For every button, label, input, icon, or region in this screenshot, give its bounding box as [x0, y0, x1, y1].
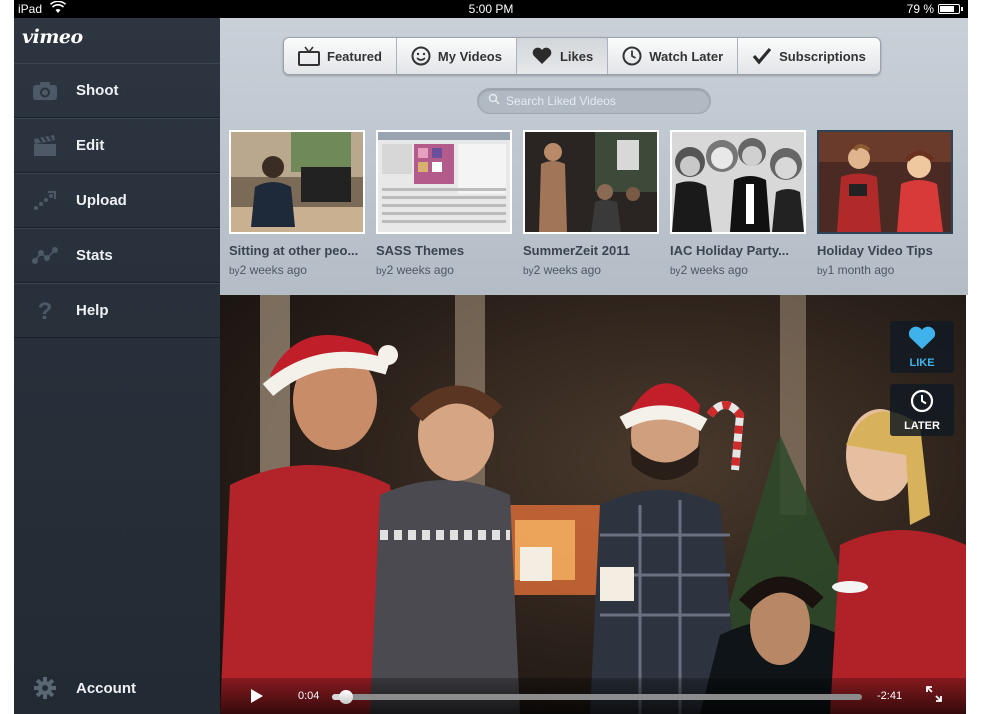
video-title: SummerZeit 2011	[523, 243, 630, 258]
gear-icon	[14, 676, 76, 700]
battery-percent: 79 %	[906, 2, 934, 16]
video-player[interactable]: LIKE LATER 0:04 -2:41	[220, 295, 966, 714]
clock-label: 5:00 PM	[468, 2, 514, 16]
seek-handle[interactable]	[339, 690, 354, 704]
fullscreen-icon[interactable]	[926, 686, 942, 705]
video-meta: by1 month ago	[817, 263, 953, 277]
play-button[interactable]	[250, 688, 264, 707]
sidebar-item-label: Shoot	[76, 82, 119, 99]
svg-text:?: ?	[38, 299, 53, 323]
tv-icon	[298, 46, 320, 66]
elapsed-time: 0:04	[298, 690, 320, 702]
tab-label: Watch Later	[649, 48, 724, 64]
heart-icon	[907, 326, 937, 353]
battery-icon	[938, 4, 963, 14]
tab-watch-later[interactable]: Watch Later	[608, 38, 739, 74]
video-card[interactable]: Holiday Video Tips by1 month ago	[817, 130, 953, 277]
video-age: 1 month ago	[827, 263, 895, 277]
video-byline: by	[229, 266, 240, 277]
player-controls: 0:04 -2:41	[220, 678, 966, 714]
video-thumbnail[interactable]	[523, 130, 659, 234]
sidebar: vimeo Shoot Edit Upload Stats ? Help Acc…	[14, 18, 220, 714]
search-field[interactable]	[477, 88, 711, 114]
remaining-time: -2:41	[877, 690, 903, 702]
tab-subscriptions[interactable]: Subscriptions	[738, 38, 880, 74]
video-byline: by	[523, 266, 534, 277]
tab-label: Subscriptions	[779, 48, 866, 64]
video-thumbnail[interactable]	[817, 130, 953, 234]
status-bar: iPad 5:00 PM 79 %	[14, 0, 968, 18]
sidebar-item-account[interactable]: Account	[14, 662, 220, 714]
tab-label: My Videos	[437, 48, 502, 64]
video-card[interactable]: SASS Themes by2 weeks ago	[376, 130, 512, 277]
video-thumbnail[interactable]	[376, 130, 512, 234]
sidebar-item-label: Edit	[76, 137, 105, 154]
sidebar-item-label: Help	[76, 302, 109, 319]
tab-likes[interactable]: Likes	[516, 38, 609, 74]
video-meta: by2 weeks ago	[670, 263, 806, 277]
video-card[interactable]: SummerZeit 2011 by2 weeks ago	[523, 130, 659, 277]
video-age: 2 weeks ago	[386, 263, 454, 277]
video-meta: by2 weeks ago	[229, 263, 365, 277]
stats-icon	[14, 246, 76, 265]
video-byline: by	[376, 266, 387, 277]
video-byline: by	[670, 266, 681, 277]
browse-pane: Featured My Videos Likes Watch Later Sub…	[220, 18, 968, 295]
video-title: IAC Holiday Party...	[670, 243, 789, 258]
liked-videos-list: Sitting at other peo... by2 weeks ago SA…	[229, 130, 953, 277]
seek-bar[interactable]	[332, 690, 862, 704]
video-age: 2 weeks ago	[680, 263, 748, 277]
sidebar-item-shoot[interactable]: Shoot	[14, 63, 220, 118]
video-meta: by2 weeks ago	[376, 263, 512, 277]
heart-icon	[531, 47, 553, 65]
clock-icon	[622, 46, 642, 66]
vimeo-logo[interactable]: vimeo	[22, 26, 83, 48]
sidebar-item-label: Upload	[76, 192, 127, 209]
video-byline: by	[817, 266, 828, 277]
sidebar-item-help[interactable]: ? Help	[14, 283, 220, 338]
video-title: Sitting at other peo...	[229, 243, 359, 258]
tab-my-videos[interactable]: My Videos	[396, 38, 517, 74]
like-label: LIKE	[909, 356, 935, 369]
sidebar-item-stats[interactable]: Stats	[14, 228, 220, 283]
tab-label: Likes	[559, 48, 594, 64]
camera-icon	[14, 81, 76, 101]
video-title: Holiday Video Tips	[817, 243, 933, 258]
search-input[interactable]	[506, 94, 706, 108]
tab-label: Featured	[327, 48, 382, 64]
sidebar-item-upload[interactable]: Upload	[14, 173, 220, 228]
checkmark-icon	[752, 47, 772, 65]
search-icon	[488, 92, 500, 110]
account-label: Account	[76, 679, 136, 697]
video-card[interactable]: Sitting at other peo... by2 weeks ago	[229, 130, 365, 277]
like-button[interactable]: LIKE	[890, 321, 954, 373]
clapperboard-icon	[14, 134, 76, 157]
sidebar-item-edit[interactable]: Edit	[14, 118, 220, 173]
watch-later-button[interactable]: LATER	[890, 384, 954, 436]
later-label: LATER	[904, 419, 940, 432]
help-icon: ?	[14, 299, 76, 323]
video-thumbnail[interactable]	[229, 130, 365, 234]
video-thumbnail[interactable]	[670, 130, 806, 234]
tab-featured[interactable]: Featured	[284, 38, 397, 74]
video-age: 2 weeks ago	[533, 263, 601, 277]
video-title: SASS Themes	[376, 243, 465, 258]
video-card[interactable]: IAC Holiday Party... by2 weeks ago	[670, 130, 806, 277]
tab-bar: Featured My Videos Likes Watch Later Sub…	[283, 37, 881, 75]
sidebar-item-label: Stats	[76, 247, 113, 264]
video-age: 2 weeks ago	[239, 263, 307, 277]
video-meta: by2 weeks ago	[523, 263, 659, 277]
clock-icon	[910, 389, 934, 416]
smiley-icon	[411, 46, 431, 66]
upload-icon	[14, 190, 76, 211]
video-frame	[220, 295, 966, 714]
